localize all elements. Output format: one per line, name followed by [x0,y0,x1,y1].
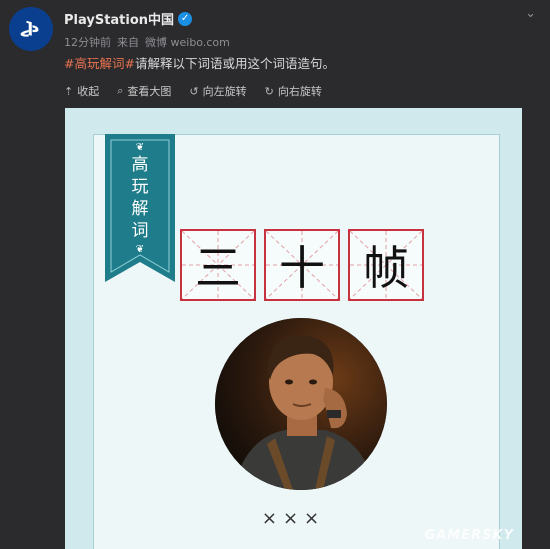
char-cell: 十 [264,229,340,301]
portrait-illustration [215,318,387,490]
ribbon-char: 高 [131,155,149,175]
playstation-logo-icon [20,20,39,37]
post-image[interactable]: ❦ 高 玩 解 词 ❦ 三 十 帧 ××× GAMERSKY [65,108,522,549]
avatar[interactable] [9,7,53,51]
post-source[interactable]: 微博 weibo.com [145,34,230,50]
char-glyph: 十 [279,241,325,295]
image-toolbar: ⇡ 收起 ⌕ 查看大图 ↺ 向左旋转 ↻ 向右旋转 [64,83,322,99]
char-cell: 帧 [348,229,424,301]
character-portrait [215,318,387,490]
view-large-button[interactable]: ⌕ 查看大图 [117,83,171,99]
rotate-left-button[interactable]: ↺ 向左旋转 [189,83,246,99]
verified-badge-icon: ✓ [178,11,193,26]
word-grid: 三 十 帧 [180,229,424,301]
more-options-icon[interactable]: ⌄ [525,6,536,21]
post-meta: 12分钟前 来自 微博 weibo.com [64,34,230,50]
collapse-button[interactable]: ⇡ 收起 [64,83,99,99]
collapse-icon: ⇡ [64,84,74,98]
username-row: PlayStation中国 ✓ [64,9,193,28]
post-time[interactable]: 12分钟前 [64,34,111,50]
rotate-right-icon: ↻ [264,84,274,98]
char-cell: 三 [180,229,256,301]
zoom-icon: ⌕ [117,84,124,97]
rotate-left-label: 向左旋转 [202,85,247,98]
ribbon-ornament-bottom: ❦ [135,244,145,255]
ribbon-banner: ❦ 高 玩 解 词 ❦ [105,134,175,282]
bottom-marks: ××× [261,508,326,529]
ribbon-char: 玩 [131,177,149,197]
hashtag-link[interactable]: #高玩解词# [64,56,135,71]
watermark-logo: GAMERSKY [424,528,514,543]
ribbon-char: 解 [131,199,149,219]
post-text: #高玩解词#请解释以下词语或用这个词语造句。 [64,53,335,72]
ribbon-label: 高 玩 解 词 [105,154,175,242]
view-large-label: 查看大图 [127,85,172,98]
char-glyph: 帧 [363,241,409,295]
post-body: 请解释以下词语或用这个词语造句。 [134,56,335,71]
rotate-right-label: 向右旋转 [277,85,322,98]
ribbon-ornament-top: ❦ [135,142,145,153]
collapse-label: 收起 [77,85,100,98]
username[interactable]: PlayStation中国 [64,9,174,28]
rotate-right-button[interactable]: ↻ 向右旋转 [265,83,322,99]
char-glyph: 三 [195,241,241,295]
ribbon-char: 词 [131,221,149,241]
source-prefix: 来自 [117,36,139,49]
rotate-left-icon: ↺ [189,84,199,98]
